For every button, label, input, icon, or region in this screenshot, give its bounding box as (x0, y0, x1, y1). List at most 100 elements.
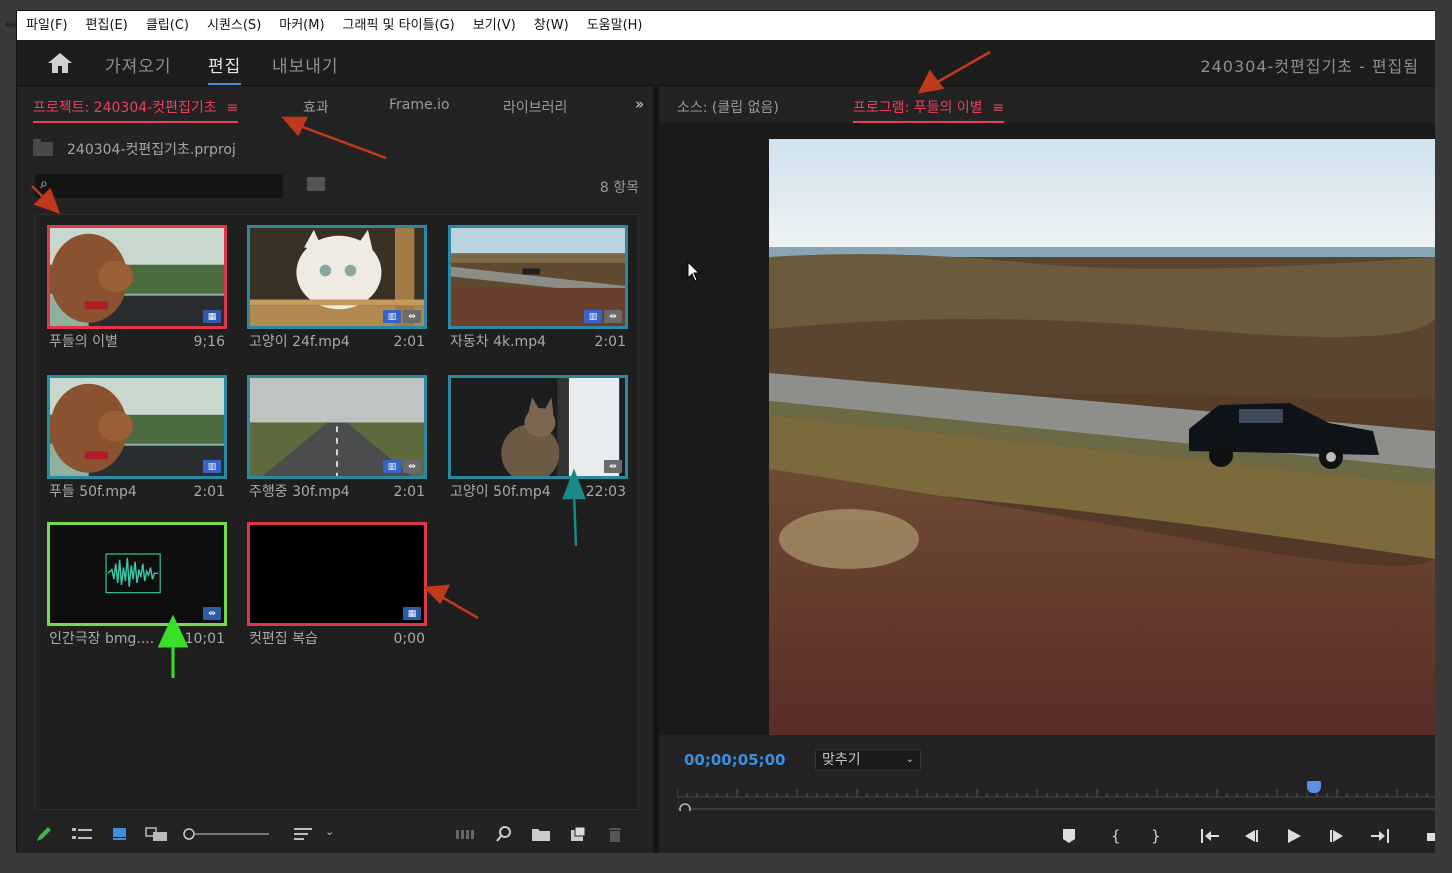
item-name: 주행중 30f.mp4 (249, 484, 350, 500)
mouse-pointer-icon (687, 261, 701, 282)
program-video-frame[interactable] (769, 139, 1435, 735)
icon-view-icon[interactable] (111, 825, 129, 843)
project-title: 240304-컷편집기초 - 편집됨 (1200, 57, 1419, 76)
item-name: 고양이 24f.mp4 (249, 334, 350, 350)
audio-track-icon: ⇹ (604, 310, 622, 323)
find-icon[interactable] (495, 825, 513, 843)
menu-marker[interactable]: 마커(M) (270, 11, 333, 40)
workspace-header: 가져오기 편집 내보내기 240304-컷편집기초 - 편집됨 (17, 40, 1435, 86)
item-duration: 2:01 (594, 334, 626, 350)
tab-libraries[interactable]: 라이브러리 (503, 97, 567, 117)
lift-icon[interactable] (1425, 827, 1435, 845)
audio-track-icon: ⇹ (403, 460, 421, 473)
bin-grid: ▦ 푸들의 이별 9;16 ▥ ⇹ 고양이 24f.mp4 2:01 ▥ ⇹ 자… (35, 214, 639, 810)
step-back-icon[interactable] (1243, 827, 1261, 845)
item-name: 푸들 50f.mp4 (49, 484, 137, 500)
menu-graphics[interactable]: 그래픽 및 타이틀(G) (334, 11, 464, 40)
home-icon[interactable] (47, 52, 73, 74)
go-to-in-icon[interactable] (1199, 827, 1221, 845)
item-duration: 10;01 (184, 631, 225, 647)
go-to-out-icon[interactable] (1369, 827, 1391, 845)
more-tabs-icon[interactable]: » (635, 95, 644, 113)
resize-cursor-icon: ⇹ (5, 17, 17, 33)
pencil-icon[interactable] (35, 825, 53, 843)
audio-clip-icon: ⇹ (203, 607, 221, 620)
sort-dropdown-icon[interactable]: ⌄ (325, 825, 334, 843)
freeform-view-icon[interactable] (145, 825, 169, 843)
play-icon[interactable] (1285, 827, 1303, 845)
audio-waveform-icon (105, 553, 161, 594)
landscape-car-frame (769, 139, 1435, 735)
folder-icon (33, 139, 53, 156)
playhead-marker[interactable] (1307, 781, 1321, 793)
transport-controls: { } (659, 821, 1435, 853)
zoom-slider[interactable] (183, 825, 271, 843)
menu-clip[interactable]: 클립(C) (137, 11, 198, 40)
menu-view[interactable]: 보기(V) (464, 11, 525, 40)
playhead-timecode[interactable]: 00;00;05;00 (684, 751, 786, 769)
trash-icon[interactable] (607, 825, 623, 843)
menu-edit[interactable]: 편집(E) (77, 11, 137, 40)
menu-bar: ⇹ 파일(F) 편집(E) 클립(C) 시퀀스(S) 마커(M) 그래픽 및 타… (5, 11, 1435, 40)
bin-item-bgm-audio[interactable]: ⇹ 인간극장 bmg.... 10;01 (47, 522, 227, 652)
menu-window[interactable]: 창(W) (525, 11, 578, 40)
poodle-thumbnail (50, 228, 224, 326)
thumbnail: ▥ ⇹ (247, 225, 427, 329)
bin-item-review-sequence[interactable]: ▦ 컷편집 복습 0;00 (247, 522, 427, 652)
menu-sequence[interactable]: 시퀀스(S) (198, 11, 270, 40)
mark-in-icon[interactable]: { (1111, 827, 1121, 845)
find-icon[interactable] (307, 177, 325, 191)
automate-to-sequence-icon[interactable] (455, 825, 475, 843)
poodle-thumbnail (50, 378, 224, 476)
thumbnail: ▦ (247, 522, 427, 626)
project-panel: 프로젝트: 240304-컷편집기초 ≡ 효과 Frame.io 라이브러리 » … (17, 87, 653, 853)
tab-import[interactable]: 가져오기 (105, 52, 172, 77)
monitor-time-ruler[interactable] (677, 781, 1435, 811)
video-track-icon: ▥ (383, 310, 401, 323)
item-name: 인간극장 bmg.... (49, 631, 155, 647)
add-marker-icon[interactable] (1061, 827, 1077, 845)
menu-file[interactable]: 파일(F) (17, 11, 77, 40)
fit-zoom-value: 맞추기 (822, 752, 861, 768)
audio-track-icon: ⇹ (403, 310, 421, 323)
bin-item-cat-50f[interactable]: ⇹ 고양이 50f.mp4 22:03 (448, 375, 628, 505)
tab-frameio[interactable]: Frame.io (389, 97, 450, 113)
tab-project[interactable]: 프로젝트: 240304-컷편집기초 ≡ (33, 97, 239, 123)
new-item-icon[interactable] (569, 825, 587, 843)
item-duration: 2:01 (193, 484, 225, 500)
tab-export[interactable]: 내보내기 (272, 52, 339, 77)
mark-out-icon[interactable]: } (1151, 827, 1161, 845)
sequence-icon: ▦ (403, 607, 421, 620)
program-monitor-panel: 소스: (클립 없음) 프로그램: 푸들의 이별 ≡ 00;00;05;00 맞… (659, 87, 1435, 853)
bin-item-car-4k[interactable]: ▥ ⇹ 자동차 4k.mp4 2:01 (448, 225, 628, 355)
new-bin-icon[interactable] (531, 825, 551, 843)
menu-help[interactable]: 도움말(H) (578, 11, 652, 40)
thumbnail: ▦ (47, 225, 227, 329)
tab-source-monitor[interactable]: 소스: (클립 없음) (677, 97, 779, 117)
list-view-icon[interactable] (71, 825, 93, 843)
tab-edit[interactable]: 편집 (208, 52, 242, 85)
thumbnail: ⇹ (47, 522, 227, 626)
project-toolbar: ⌄ (17, 817, 653, 853)
item-duration: 2:01 (393, 484, 425, 500)
chevron-down-icon: ⌄ (905, 754, 914, 765)
bin-item-driving-30f[interactable]: ▥ ⇹ 주행중 30f.mp4 2:01 (247, 375, 427, 505)
item-duration: 9;16 (193, 334, 225, 350)
bin-item-poodle-50f[interactable]: ▥ 푸들 50f.mp4 2:01 (47, 375, 227, 505)
fit-zoom-select[interactable]: 맞추기 ⌄ (815, 749, 921, 771)
step-forward-icon[interactable] (1327, 827, 1345, 845)
tab-program-monitor[interactable]: 프로그램: 푸들의 이별 ≡ (853, 97, 1005, 123)
search-input[interactable]: ⌕ (35, 174, 283, 198)
premiere-window: ⇹ 파일(F) 편집(E) 클립(C) 시퀀스(S) 마커(M) 그래픽 및 타… (5, 10, 1435, 853)
project-file-row: 240304-컷편집기초.prproj (33, 139, 236, 159)
bin-item-cat-24f[interactable]: ▥ ⇹ 고양이 24f.mp4 2:01 (247, 225, 427, 355)
sort-icon[interactable] (293, 825, 315, 843)
item-name: 고양이 50f.mp4 (450, 484, 551, 500)
panel-menu-icon[interactable]: ≡ (993, 100, 1005, 116)
video-display (659, 123, 1435, 735)
panel-menu-icon[interactable]: ≡ (227, 100, 239, 116)
tab-effects[interactable]: 효과 (303, 97, 329, 117)
bin-item-poodle-sequence[interactable]: ▦ 푸들의 이별 9;16 (47, 225, 227, 355)
item-name: 푸들의 이별 (49, 334, 118, 350)
video-track-icon: ▥ (383, 460, 401, 473)
